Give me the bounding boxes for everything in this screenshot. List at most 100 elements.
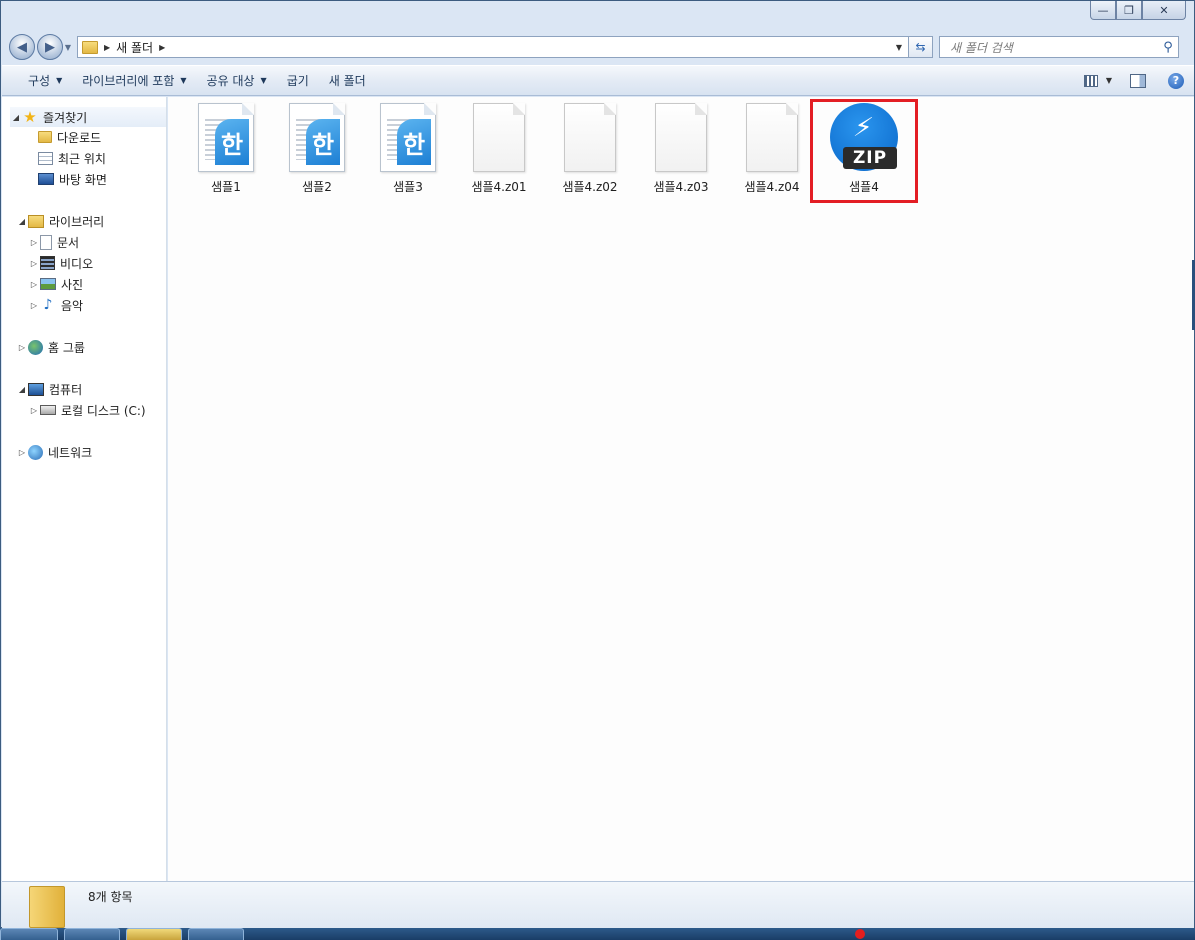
- expand-arrow-icon[interactable]: ▷: [16, 448, 28, 457]
- selection-highlight-box: [810, 99, 918, 203]
- folder-icon: [82, 40, 98, 54]
- desktop-icon: [38, 173, 54, 185]
- sidebar-item-label: 홈 그룹: [48, 340, 85, 355]
- explorer-window: — ❐ ✕ ◀ ▶ ▼ ▶ 새 폴더 ▶ ▼ ⇆ 새 폴더 검색 ⚲ 구성 ▼ 라…: [0, 0, 1195, 928]
- window-controls: — ❐ ✕: [1090, 1, 1186, 21]
- documents-icon: [40, 234, 52, 250]
- view-dropdown-icon[interactable]: ▼: [1106, 76, 1112, 85]
- chevron-down-icon: ▼: [180, 76, 187, 85]
- file-list-area[interactable]: 한 샘플1 한 샘플2 한 샘플3 샘플4.z01 샘플4.z02 샘플4.z0…: [168, 97, 1194, 881]
- taskbar-button[interactable]: [64, 928, 120, 940]
- include-in-library-menu[interactable]: 라이브러리에 포함 ▼: [72, 69, 196, 93]
- forward-button[interactable]: ▶: [37, 34, 63, 60]
- chevron-down-icon: ▼: [260, 76, 267, 85]
- notification-dot-icon: [855, 929, 865, 939]
- homegroup-icon: [28, 339, 43, 355]
- breadcrumb-item[interactable]: 새 폴더: [116, 39, 153, 56]
- recent-pages-dropdown[interactable]: ▼: [63, 43, 73, 52]
- preview-pane-icon[interactable]: [1130, 73, 1146, 88]
- file-item[interactable]: 한 샘플3: [366, 103, 450, 195]
- search-icon[interactable]: ⚲: [1158, 40, 1178, 55]
- collapse-arrow-icon[interactable]: ◢: [10, 113, 22, 122]
- file-item[interactable]: 한 샘플2: [275, 103, 359, 195]
- taskbar-button[interactable]: [188, 928, 244, 940]
- sidebar-item-video[interactable]: ▷ 비디오: [28, 253, 93, 273]
- collapse-arrow-icon[interactable]: ◢: [16, 217, 28, 226]
- file-item[interactable]: 샘플4.z03: [639, 103, 723, 195]
- new-folder-button[interactable]: 새 폴더: [319, 69, 376, 93]
- music-icon: ♪: [43, 297, 53, 313]
- sidebar-item-label: 최근 위치: [58, 151, 106, 166]
- file-item[interactable]: 한 샘플1: [184, 103, 268, 195]
- sidebar-item-label: 컴퓨터: [49, 382, 83, 397]
- blank-file-icon: [564, 103, 616, 172]
- file-name: 샘플1: [211, 180, 241, 194]
- address-bar[interactable]: ▶ 새 폴더 ▶ ▼: [77, 36, 909, 58]
- expand-arrow-icon[interactable]: ▷: [28, 301, 40, 310]
- sidebar-item-label: 음악: [61, 298, 84, 313]
- local-disk-icon: [40, 405, 56, 415]
- sidebar-item-pictures[interactable]: ▷ 사진: [28, 274, 83, 294]
- sidebar-item-local-disk[interactable]: ▷ 로컬 디스크 (C:): [28, 400, 146, 420]
- close-button[interactable]: ✕: [1142, 1, 1186, 20]
- file-name: 샘플3: [393, 180, 423, 194]
- file-name: 샘플4.z01: [471, 180, 527, 194]
- sidebar-item-label: 문서: [57, 235, 80, 250]
- refresh-button[interactable]: ⇆: [909, 36, 933, 58]
- sidebar-item-label: 즐겨찾기: [43, 110, 88, 125]
- hwp-document-icon: 한: [289, 103, 345, 172]
- file-item[interactable]: 샘플4.z01: [457, 103, 541, 195]
- help-icon[interactable]: ?: [1168, 72, 1184, 89]
- expand-arrow-icon[interactable]: ▷: [16, 343, 28, 352]
- item-count: 8개 항목: [88, 890, 133, 904]
- view-options-icon[interactable]: [1083, 74, 1098, 87]
- sidebar-item-downloads[interactable]: 다운로드: [38, 127, 101, 147]
- sidebar-item-label: 비디오: [60, 256, 94, 271]
- sidebar-item-computer[interactable]: ◢ 컴퓨터: [16, 379, 82, 399]
- share-with-menu[interactable]: 공유 대상 ▼: [197, 69, 277, 93]
- search-placeholder: 새 폴더 검색: [950, 40, 1013, 55]
- maximize-button[interactable]: ❐: [1116, 1, 1142, 20]
- breadcrumb-arrow-icon[interactable]: ▶: [159, 43, 165, 52]
- expand-arrow-icon[interactable]: ▷: [28, 406, 40, 415]
- file-name: 샘플4.z02: [562, 180, 618, 194]
- back-button[interactable]: ◀: [9, 34, 35, 60]
- collapse-arrow-icon[interactable]: ◢: [16, 385, 28, 394]
- sidebar-item-label: 라이브러리: [49, 214, 105, 229]
- address-dropdown-icon[interactable]: ▼: [890, 43, 908, 52]
- file-item[interactable]: 샘플4.z02: [548, 103, 632, 195]
- sidebar-item-label: 사진: [61, 277, 84, 292]
- blank-file-icon: [473, 103, 525, 172]
- breadcrumb-arrow-icon[interactable]: ▶: [104, 43, 110, 52]
- folder-icon: [29, 886, 65, 928]
- sidebar-item-desktop[interactable]: 바탕 화면: [38, 169, 107, 189]
- star-icon: ★: [23, 108, 37, 126]
- command-bar: 구성 ▼ 라이브러리에 포함 ▼ 공유 대상 ▼ 굽기 새 폴더 ▼ ?: [2, 65, 1194, 96]
- sidebar-item-libraries[interactable]: ◢ 라이브러리: [16, 211, 104, 231]
- sidebar-item-recent-places[interactable]: 최근 위치: [38, 148, 106, 168]
- sidebar-item-homegroup[interactable]: ▷ 홈 그룹: [16, 337, 85, 357]
- expand-arrow-icon[interactable]: ▷: [28, 259, 40, 268]
- sidebar-item-label: 바탕 화면: [59, 172, 107, 187]
- sidebar-item-favorites[interactable]: ◢ ★ 즐겨찾기: [10, 107, 166, 127]
- file-name: 샘플4.z03: [653, 180, 709, 194]
- details-pane: 8개 항목: [2, 881, 1194, 928]
- chevron-down-icon: ▼: [56, 76, 63, 85]
- expand-arrow-icon[interactable]: ▷: [28, 280, 40, 289]
- address-row: ◀ ▶ ▼ ▶ 새 폴더 ▶ ▼ ⇆ 새 폴더 검색 ⚲: [9, 33, 1187, 61]
- search-input[interactable]: 새 폴더 검색 ⚲: [939, 36, 1179, 58]
- taskbar: [0, 928, 1195, 940]
- burn-button[interactable]: 굽기: [277, 69, 319, 93]
- organize-menu[interactable]: 구성 ▼: [18, 69, 72, 93]
- computer-icon: [28, 382, 44, 396]
- expand-arrow-icon[interactable]: ▷: [28, 238, 40, 247]
- network-icon: [28, 444, 43, 460]
- minimize-button[interactable]: —: [1090, 1, 1116, 20]
- file-item[interactable]: 샘플4.z04: [730, 103, 814, 195]
- sidebar-item-network[interactable]: ▷ 네트워크: [16, 442, 92, 462]
- sidebar-item-music[interactable]: ▷ ♪ 음악: [28, 295, 83, 315]
- navigation-pane: ◢ ★ 즐겨찾기 다운로드 최근 위치 바탕 화면 ◢ 라이브러리 ▷ 문서 ▷: [2, 97, 167, 881]
- sidebar-item-documents[interactable]: ▷ 문서: [28, 232, 79, 252]
- taskbar-button[interactable]: [126, 928, 182, 940]
- taskbar-button[interactable]: [0, 928, 58, 940]
